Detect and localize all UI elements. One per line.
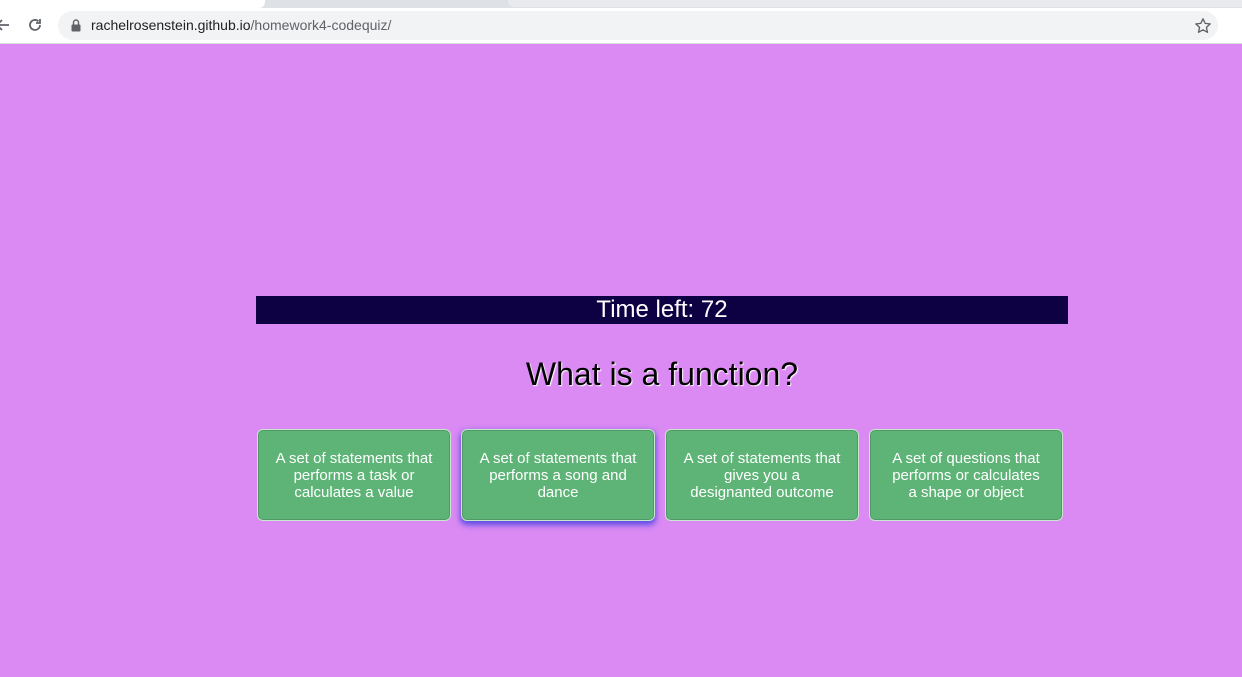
back-button[interactable] [0,14,14,36]
url-text[interactable]: rachelrosenstein.github.io/homework4-cod… [91,11,391,40]
lock-icon [71,19,81,32]
answer-button-3[interactable]: A set of statements that gives you a des… [665,429,859,521]
arrow-left-icon [0,19,9,31]
bookmark-button[interactable] [1194,17,1214,37]
address-bar[interactable]: rachelrosenstein.github.io/homework4-cod… [58,11,1218,40]
reload-icon [29,19,41,31]
answer-label: A set of statements that performs a task… [275,449,433,501]
url-path: /homework4-codequiz/ [250,17,392,33]
answer-choices: A set of statements that performs a task… [257,429,1068,524]
reload-button[interactable] [24,14,46,36]
browser-toolbar: rachelrosenstein.github.io/homework4-cod… [0,8,1242,44]
answer-label: A set of statements that gives you a des… [683,449,841,501]
question-text: What is a function? [525,356,799,392]
url-host: rachelrosenstein.github.io [91,17,251,33]
answer-label: A set of questions that performs or calc… [892,449,1040,501]
active-tab[interactable] [0,0,265,8]
inactive-tab[interactable] [508,0,1242,7]
browser-tab-strip [0,0,1242,8]
answer-button-4[interactable]: A set of questions that performs or calc… [869,429,1063,521]
answer-button-1[interactable]: A set of statements that performs a task… [257,429,451,521]
timer-text: Time left: 72 [596,296,728,323]
answer-label: A set of statements that performs a song… [479,449,637,501]
answer-button-2[interactable]: A set of statements that performs a song… [461,429,655,521]
timer-bar: Time left: 72 [256,296,1068,324]
star-icon [1195,18,1211,33]
